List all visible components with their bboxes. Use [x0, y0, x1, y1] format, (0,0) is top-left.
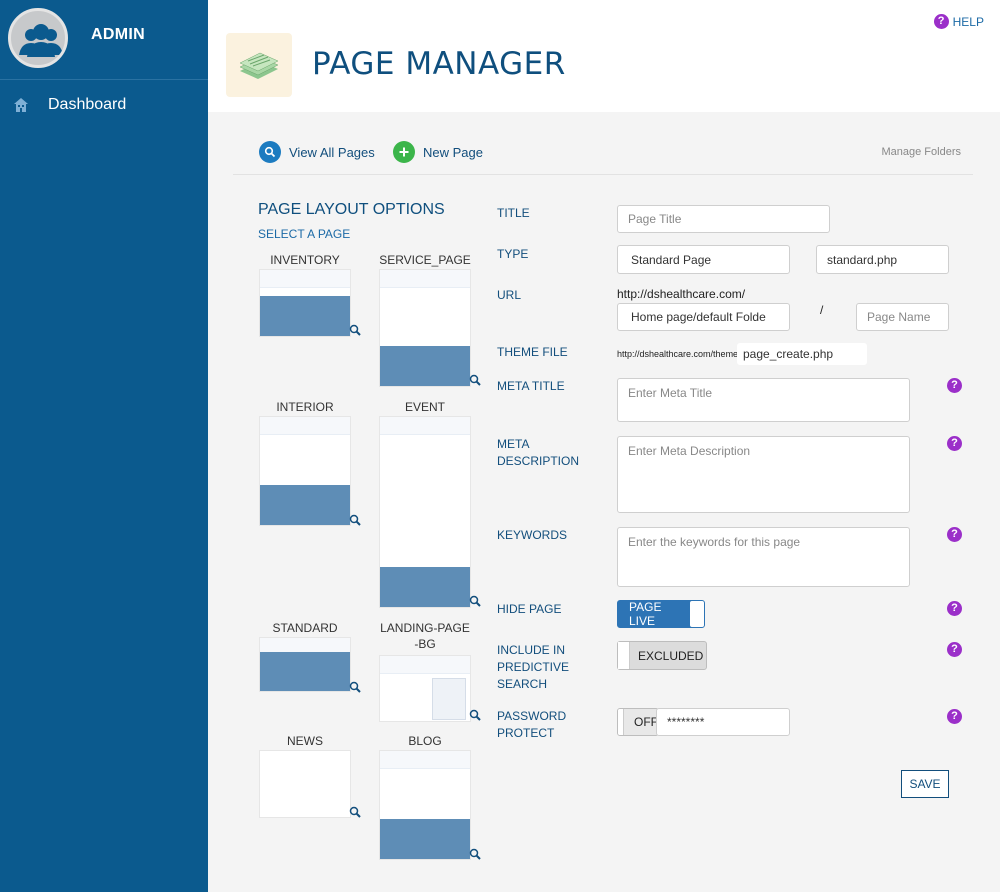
template-name-landing-page-bg: LANDING-PAGE-BG [370, 620, 480, 652]
url-prefix: http://dshealthcare.com/ [617, 287, 746, 301]
type-label: TYPE [497, 247, 529, 261]
hide-page-label: HIDE PAGE [497, 602, 562, 616]
hide-page-toggle[interactable]: PAGE LIVE [617, 600, 705, 628]
template-thumb-event[interactable] [379, 416, 471, 608]
url-label: URL [497, 288, 522, 302]
zoom-icon[interactable] [349, 681, 361, 693]
page-toolbar: View All Pages New Page Manage Folders [233, 139, 973, 175]
predictive-state: EXCLUDED [638, 648, 704, 663]
template-name-event: EVENT [404, 400, 445, 414]
template-name-landing-page-bg-text: LANDING-PAGE-BG [380, 621, 470, 651]
title-label: TITLE [497, 206, 530, 220]
page-title: PAGE MANAGER [312, 46, 566, 82]
meta-description-label-line2: DESCRIPTION [497, 454, 580, 468]
hide-page-state: PAGE LIVE [629, 600, 662, 628]
template-thumb-standard[interactable] [259, 637, 351, 692]
predictive-label-line1: INCLUDE IN [497, 643, 566, 657]
view-all-pages-button[interactable]: View All Pages [259, 141, 375, 163]
template-thumb-blog[interactable] [379, 750, 471, 860]
sidebar-item-label: Dashboard [48, 96, 127, 113]
template-name-interior: INTERIOR [276, 400, 334, 414]
home-icon [14, 98, 28, 112]
zoom-icon[interactable] [469, 709, 481, 721]
meta-title-help-icon[interactable]: ? [947, 378, 962, 393]
help-link[interactable]: ? HELP [933, 14, 984, 29]
new-page-button[interactable]: New Page [393, 141, 483, 163]
pages-stack-icon [239, 52, 279, 79]
template-name-service-page: SERVICE_PAGE [379, 253, 471, 267]
password-input[interactable]: ******** [656, 708, 790, 736]
template-name-inventory: INVENTORY [270, 253, 340, 267]
select-a-page-label: SELECT A PAGE [258, 227, 351, 241]
password-help-icon[interactable]: ? [947, 709, 962, 724]
predictive-search-toggle[interactable]: EXCLUDED [617, 641, 707, 670]
password-protect-label: PASSWORD PROTECT [497, 708, 566, 742]
template-thumb-news[interactable] [259, 750, 351, 818]
url-separator: / [820, 303, 824, 317]
keywords-input[interactable]: Enter the keywords for this page [617, 527, 910, 587]
zoom-icon[interactable] [349, 324, 361, 336]
page-name-input[interactable]: Page Name [856, 303, 949, 331]
help-label: HELP [952, 14, 984, 29]
type-file-input[interactable]: standard.php [816, 245, 949, 274]
type-select[interactable]: Standard Page [617, 245, 790, 274]
manage-folders-link[interactable]: Manage Folders [882, 146, 962, 158]
meta-description-label: META DESCRIPTION [497, 436, 579, 470]
keywords-help-icon[interactable]: ? [947, 527, 962, 542]
page-title-input[interactable]: Page Title [617, 205, 830, 233]
password-protect-toggle[interactable]: OFF [617, 708, 659, 736]
sidebar-header: ADMIN [0, 0, 208, 80]
template-thumb-interior[interactable] [259, 416, 351, 526]
new-page-label: New Page [423, 144, 483, 160]
sidebar: ADMIN Dashboard [0, 0, 208, 892]
admin-label: ADMIN [91, 26, 145, 43]
meta-description-input[interactable]: Enter Meta Description [617, 436, 910, 513]
theme-file-prefix: http://dshealthcare.com/theme/ [617, 349, 741, 359]
save-button[interactable]: SAVE [901, 770, 949, 798]
page-manager-logo [226, 33, 292, 97]
password-label-line1: PASSWORD [497, 709, 567, 723]
zoom-icon[interactable] [469, 374, 481, 386]
zoom-icon[interactable] [469, 848, 481, 860]
template-name-standard: STANDARD [272, 621, 338, 635]
meta-description-label-line1: META [497, 437, 530, 451]
search-icon [259, 141, 281, 163]
hide-page-help-icon[interactable]: ? [947, 601, 962, 616]
password-state: OFF [634, 715, 658, 729]
template-thumb-service-page[interactable] [379, 269, 471, 387]
view-all-pages-label: View All Pages [289, 144, 375, 160]
keywords-label: KEYWORDS [497, 528, 568, 542]
meta-description-help-icon[interactable]: ? [947, 436, 962, 451]
toggle-knob [690, 601, 704, 627]
predictive-search-label: INCLUDE IN PREDICTIVE SEARCH [497, 642, 569, 693]
layout-options-title: PAGE LAYOUT OPTIONS [258, 201, 445, 218]
users-icon [19, 24, 63, 57]
zoom-icon[interactable] [469, 595, 481, 607]
theme-file-label: THEME FILE [497, 345, 568, 359]
predictive-search-help-icon[interactable]: ? [947, 642, 962, 657]
theme-file-input[interactable]: page_create.php [737, 343, 867, 365]
sidebar-item-dashboard[interactable]: Dashboard [0, 88, 208, 122]
admin-avatar[interactable] [8, 8, 68, 68]
toggle-knob [618, 642, 630, 669]
predictive-label-line3: SEARCH [497, 677, 548, 691]
predictive-label-line2: PREDICTIVE [497, 660, 570, 674]
template-name-blog: BLOG [408, 734, 442, 748]
plus-icon [393, 141, 415, 163]
meta-title-label: META TITLE [497, 379, 565, 393]
meta-title-input[interactable]: Enter Meta Title [617, 378, 910, 422]
template-thumb-inventory[interactable] [259, 269, 351, 337]
url-folder-select[interactable]: Home page/default Folde [617, 303, 790, 331]
template-name-news: NEWS [287, 734, 323, 748]
template-thumb-landing-page-bg[interactable] [379, 655, 471, 722]
password-label-line2: PROTECT [497, 726, 555, 740]
zoom-icon[interactable] [349, 806, 361, 818]
page-header: PAGE MANAGER ? HELP [208, 0, 1000, 112]
zoom-icon[interactable] [349, 514, 361, 526]
help-icon: ? [933, 14, 949, 29]
